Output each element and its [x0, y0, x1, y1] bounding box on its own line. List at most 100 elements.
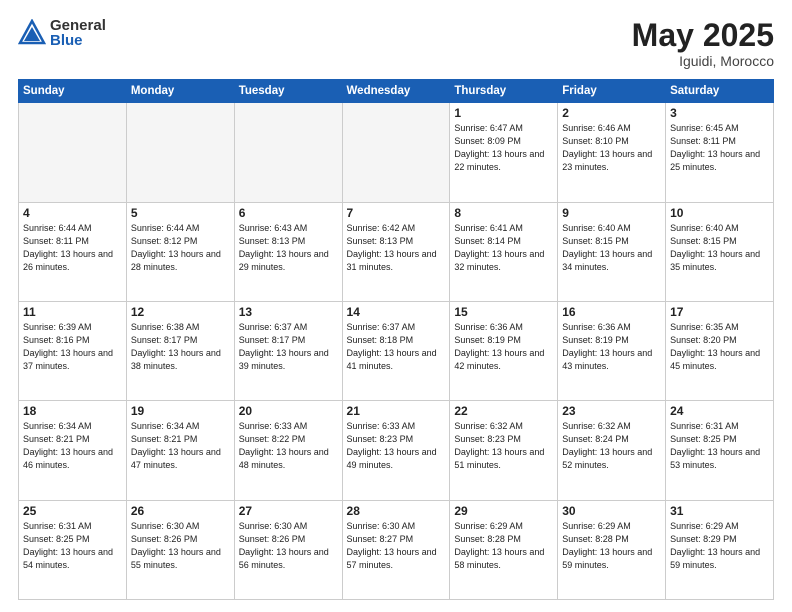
table-row: 20 Sunrise: 6:33 AMSunset: 8:22 PMDaylig…	[234, 401, 342, 500]
logo: General Blue	[18, 18, 106, 48]
day-detail: Sunrise: 6:41 AMSunset: 8:14 PMDaylight:…	[454, 222, 553, 274]
day-detail: Sunrise: 6:29 AMSunset: 8:28 PMDaylight:…	[454, 520, 553, 572]
day-detail: Sunrise: 6:43 AMSunset: 8:13 PMDaylight:…	[239, 222, 338, 274]
day-detail: Sunrise: 6:46 AMSunset: 8:10 PMDaylight:…	[562, 122, 661, 174]
table-row	[19, 103, 127, 202]
day-detail: Sunrise: 6:40 AMSunset: 8:15 PMDaylight:…	[562, 222, 661, 274]
day-detail: Sunrise: 6:32 AMSunset: 8:24 PMDaylight:…	[562, 420, 661, 472]
day-detail: Sunrise: 6:30 AMSunset: 8:26 PMDaylight:…	[239, 520, 338, 572]
title-block: May 2025 Iguidi, Morocco	[632, 18, 774, 69]
day-detail: Sunrise: 6:33 AMSunset: 8:23 PMDaylight:…	[347, 420, 446, 472]
day-detail: Sunrise: 6:32 AMSunset: 8:23 PMDaylight:…	[454, 420, 553, 472]
page: General Blue May 2025 Iguidi, Morocco Su…	[0, 0, 792, 612]
day-number: 2	[562, 106, 661, 120]
day-detail: Sunrise: 6:36 AMSunset: 8:19 PMDaylight:…	[454, 321, 553, 373]
day-detail: Sunrise: 6:42 AMSunset: 8:13 PMDaylight:…	[347, 222, 446, 274]
day-number: 31	[670, 504, 769, 518]
table-row: 2 Sunrise: 6:46 AMSunset: 8:10 PMDayligh…	[558, 103, 666, 202]
table-row: 24 Sunrise: 6:31 AMSunset: 8:25 PMDaylig…	[666, 401, 774, 500]
day-detail: Sunrise: 6:31 AMSunset: 8:25 PMDaylight:…	[23, 520, 122, 572]
day-number: 15	[454, 305, 553, 319]
day-detail: Sunrise: 6:39 AMSunset: 8:16 PMDaylight:…	[23, 321, 122, 373]
day-detail: Sunrise: 6:40 AMSunset: 8:15 PMDaylight:…	[670, 222, 769, 274]
day-number: 16	[562, 305, 661, 319]
table-row: 13 Sunrise: 6:37 AMSunset: 8:17 PMDaylig…	[234, 301, 342, 400]
day-detail: Sunrise: 6:30 AMSunset: 8:26 PMDaylight:…	[131, 520, 230, 572]
table-row: 25 Sunrise: 6:31 AMSunset: 8:25 PMDaylig…	[19, 500, 127, 599]
col-wednesday: Wednesday	[342, 80, 450, 103]
table-row: 3 Sunrise: 6:45 AMSunset: 8:11 PMDayligh…	[666, 103, 774, 202]
calendar-week-row: 4 Sunrise: 6:44 AMSunset: 8:11 PMDayligh…	[19, 202, 774, 301]
table-row: 26 Sunrise: 6:30 AMSunset: 8:26 PMDaylig…	[126, 500, 234, 599]
day-detail: Sunrise: 6:45 AMSunset: 8:11 PMDaylight:…	[670, 122, 769, 174]
table-row: 12 Sunrise: 6:38 AMSunset: 8:17 PMDaylig…	[126, 301, 234, 400]
table-row: 6 Sunrise: 6:43 AMSunset: 8:13 PMDayligh…	[234, 202, 342, 301]
day-detail: Sunrise: 6:34 AMSunset: 8:21 PMDaylight:…	[131, 420, 230, 472]
table-row: 1 Sunrise: 6:47 AMSunset: 8:09 PMDayligh…	[450, 103, 558, 202]
day-number: 8	[454, 206, 553, 220]
table-row: 29 Sunrise: 6:29 AMSunset: 8:28 PMDaylig…	[450, 500, 558, 599]
calendar-week-row: 25 Sunrise: 6:31 AMSunset: 8:25 PMDaylig…	[19, 500, 774, 599]
day-number: 10	[670, 206, 769, 220]
day-number: 12	[131, 305, 230, 319]
day-number: 18	[23, 404, 122, 418]
day-number: 4	[23, 206, 122, 220]
day-number: 7	[347, 206, 446, 220]
table-row: 18 Sunrise: 6:34 AMSunset: 8:21 PMDaylig…	[19, 401, 127, 500]
day-number: 3	[670, 106, 769, 120]
calendar-header-row: Sunday Monday Tuesday Wednesday Thursday…	[19, 80, 774, 103]
day-number: 20	[239, 404, 338, 418]
day-detail: Sunrise: 6:29 AMSunset: 8:28 PMDaylight:…	[562, 520, 661, 572]
day-detail: Sunrise: 6:44 AMSunset: 8:11 PMDaylight:…	[23, 222, 122, 274]
day-detail: Sunrise: 6:30 AMSunset: 8:27 PMDaylight:…	[347, 520, 446, 572]
table-row: 22 Sunrise: 6:32 AMSunset: 8:23 PMDaylig…	[450, 401, 558, 500]
table-row	[234, 103, 342, 202]
day-detail: Sunrise: 6:36 AMSunset: 8:19 PMDaylight:…	[562, 321, 661, 373]
day-number: 13	[239, 305, 338, 319]
logo-general: General	[50, 18, 106, 33]
col-sunday: Sunday	[19, 80, 127, 103]
day-detail: Sunrise: 6:44 AMSunset: 8:12 PMDaylight:…	[131, 222, 230, 274]
day-number: 6	[239, 206, 338, 220]
table-row: 16 Sunrise: 6:36 AMSunset: 8:19 PMDaylig…	[558, 301, 666, 400]
day-detail: Sunrise: 6:33 AMSunset: 8:22 PMDaylight:…	[239, 420, 338, 472]
logo-blue: Blue	[50, 33, 106, 48]
day-number: 22	[454, 404, 553, 418]
day-number: 5	[131, 206, 230, 220]
header: General Blue May 2025 Iguidi, Morocco	[18, 18, 774, 69]
day-number: 30	[562, 504, 661, 518]
title-month: May 2025	[632, 18, 774, 53]
col-saturday: Saturday	[666, 80, 774, 103]
logo-text: General Blue	[50, 18, 106, 48]
table-row: 14 Sunrise: 6:37 AMSunset: 8:18 PMDaylig…	[342, 301, 450, 400]
table-row: 27 Sunrise: 6:30 AMSunset: 8:26 PMDaylig…	[234, 500, 342, 599]
calendar-week-row: 18 Sunrise: 6:34 AMSunset: 8:21 PMDaylig…	[19, 401, 774, 500]
day-detail: Sunrise: 6:35 AMSunset: 8:20 PMDaylight:…	[670, 321, 769, 373]
day-detail: Sunrise: 6:37 AMSunset: 8:17 PMDaylight:…	[239, 321, 338, 373]
day-number: 27	[239, 504, 338, 518]
day-detail: Sunrise: 6:47 AMSunset: 8:09 PMDaylight:…	[454, 122, 553, 174]
col-friday: Friday	[558, 80, 666, 103]
table-row: 15 Sunrise: 6:36 AMSunset: 8:19 PMDaylig…	[450, 301, 558, 400]
table-row: 11 Sunrise: 6:39 AMSunset: 8:16 PMDaylig…	[19, 301, 127, 400]
day-number: 26	[131, 504, 230, 518]
table-row: 19 Sunrise: 6:34 AMSunset: 8:21 PMDaylig…	[126, 401, 234, 500]
calendar-table: Sunday Monday Tuesday Wednesday Thursday…	[18, 79, 774, 600]
table-row	[126, 103, 234, 202]
col-thursday: Thursday	[450, 80, 558, 103]
table-row: 28 Sunrise: 6:30 AMSunset: 8:27 PMDaylig…	[342, 500, 450, 599]
day-number: 28	[347, 504, 446, 518]
table-row: 31 Sunrise: 6:29 AMSunset: 8:29 PMDaylig…	[666, 500, 774, 599]
day-number: 9	[562, 206, 661, 220]
col-tuesday: Tuesday	[234, 80, 342, 103]
day-number: 23	[562, 404, 661, 418]
table-row: 21 Sunrise: 6:33 AMSunset: 8:23 PMDaylig…	[342, 401, 450, 500]
title-location: Iguidi, Morocco	[632, 53, 774, 69]
table-row: 4 Sunrise: 6:44 AMSunset: 8:11 PMDayligh…	[19, 202, 127, 301]
table-row: 8 Sunrise: 6:41 AMSunset: 8:14 PMDayligh…	[450, 202, 558, 301]
table-row: 30 Sunrise: 6:29 AMSunset: 8:28 PMDaylig…	[558, 500, 666, 599]
calendar-week-row: 11 Sunrise: 6:39 AMSunset: 8:16 PMDaylig…	[19, 301, 774, 400]
day-number: 14	[347, 305, 446, 319]
table-row: 7 Sunrise: 6:42 AMSunset: 8:13 PMDayligh…	[342, 202, 450, 301]
table-row	[342, 103, 450, 202]
